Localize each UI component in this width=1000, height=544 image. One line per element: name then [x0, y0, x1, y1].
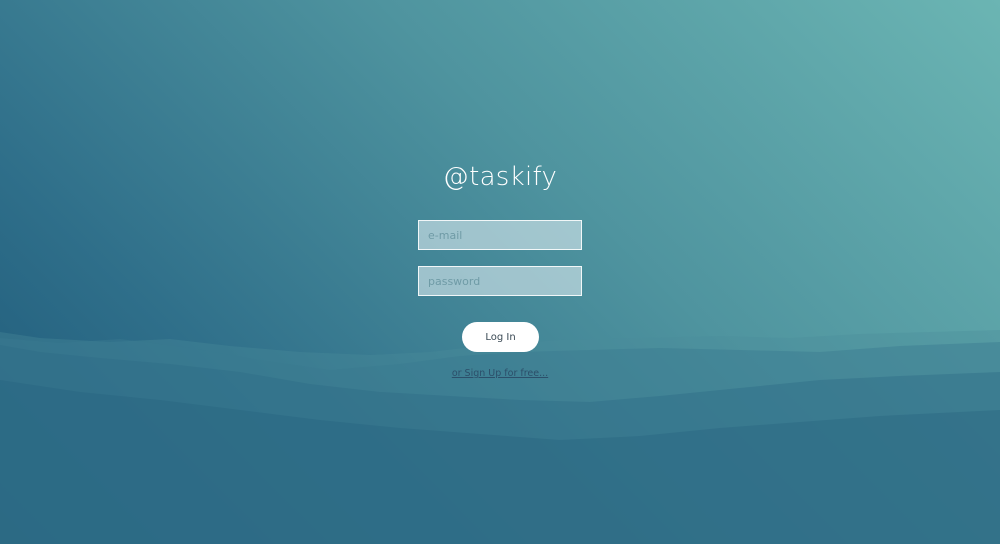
password-field[interactable]: [418, 266, 582, 296]
login-panel: @taskify Log In or Sign Up for free...: [0, 0, 1000, 544]
app-title: @taskify: [442, 162, 558, 192]
signup-link[interactable]: or Sign Up for free...: [0, 368, 1000, 379]
email-field[interactable]: [418, 220, 582, 250]
login-button[interactable]: Log In: [462, 322, 539, 352]
